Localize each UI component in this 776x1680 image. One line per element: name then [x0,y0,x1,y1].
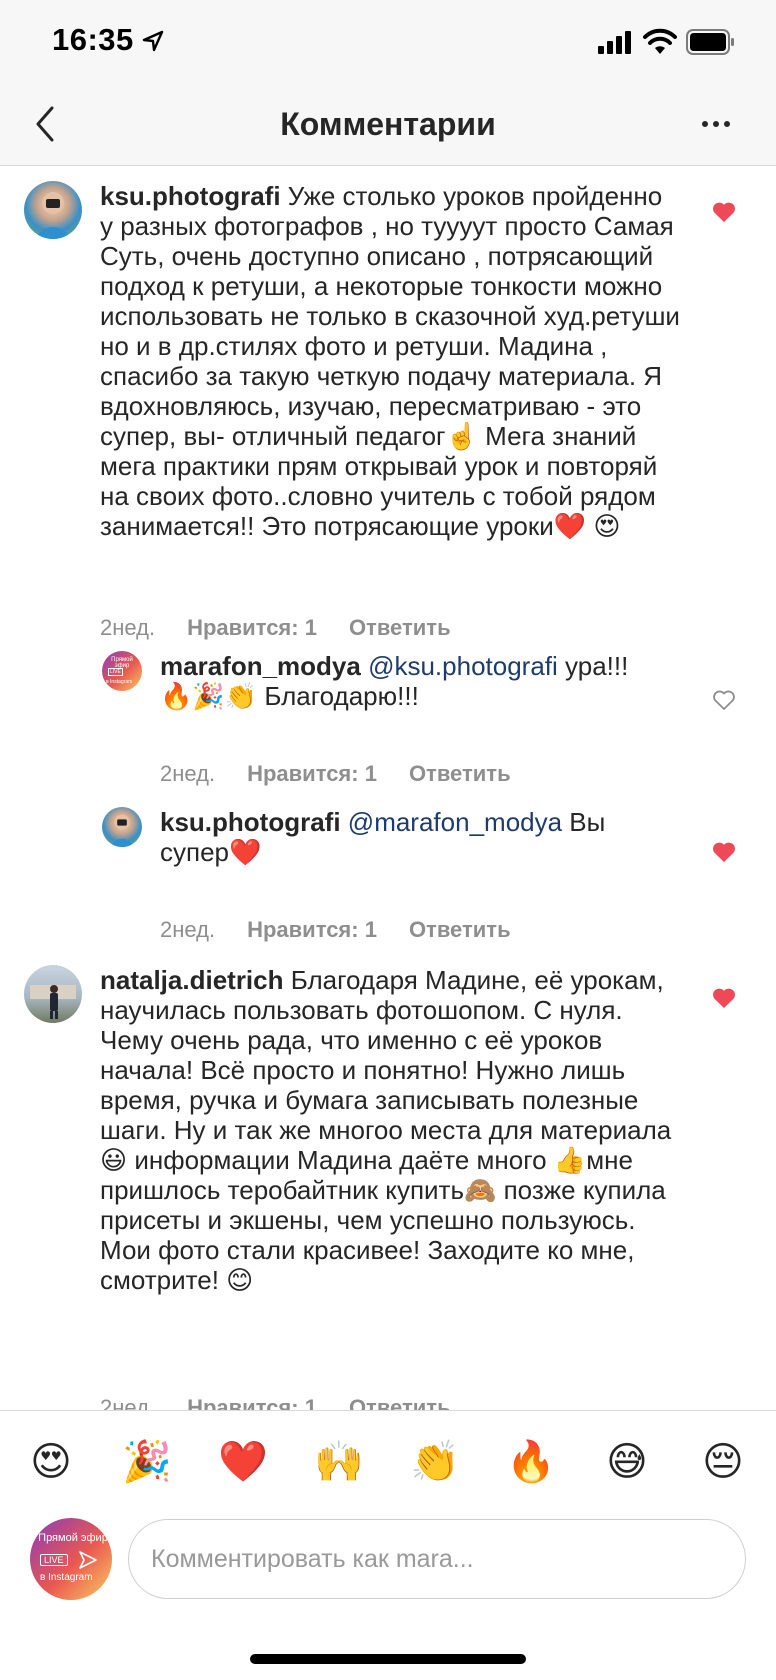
send-plane-icon [79,1551,97,1569]
comment-username[interactable]: marafon_modya [160,651,361,681]
quick-emoji-bar: 😍 🎉 ❤️ 🙌 👏 🔥 😅 😔 [0,1410,776,1516]
comment-input[interactable] [128,1519,746,1599]
navigation-bar: Комментарии [0,88,776,166]
comment-username[interactable]: ksu.photografi [160,807,341,837]
heart-filled-icon[interactable] [712,987,736,1009]
comment-likes-link[interactable]: Нравится: 1 [187,1395,317,1410]
comment-time: 2нед. [100,615,156,640]
comment-meta: 2нед. Нравится: 1 Ответить [100,615,451,641]
heart-filled-icon[interactable] [712,841,736,863]
heart-filled-icon[interactable] [712,201,736,223]
comment-username[interactable]: natalja.dietrich [100,965,284,995]
avatar[interactable] [24,181,82,239]
comment-text: natalja.dietrich Благодаря Мадине, её ур… [100,965,680,1295]
comments-list[interactable]: ksu.photografi Уже столько уроков пройде… [0,167,776,1410]
emoji-red-heart-button[interactable]: ❤️ [218,1437,268,1487]
avatar[interactable] [24,965,82,1023]
comment-meta: 2нед. Нравится: 1 Ответить [160,917,511,943]
cellular-signal-icon [598,31,631,54]
comment-compose-bar: Прямой эфир LIVE в Instagram [0,1516,776,1626]
comment-time: 2нед. [100,1395,156,1410]
comment-meta: 2нед. Нравится: 1 Ответить [100,1395,451,1410]
comment-time: 2нед. [160,917,216,942]
page-title: Комментарии [280,106,496,142]
comment-username[interactable]: ksu.photografi [100,181,281,211]
comment-text: marafon_modya @ksu.photografi ура!!! 🔥🎉👏… [160,651,660,711]
avatar-live-badge: LIVE [40,1554,68,1566]
home-indicator[interactable] [250,1654,526,1664]
avatar[interactable]: Прямой эфир LIVE в Instagram [102,651,142,691]
comment-meta: 2нед. Нравится: 1 Ответить [160,761,511,787]
avatar-label: Прямой эфир [38,1532,108,1544]
current-user-avatar[interactable]: Прямой эфир LIVE в Instagram [30,1518,112,1600]
status-time: 16:35 [52,22,134,57]
avatar-photo-icon [34,192,72,239]
location-arrow-icon [142,30,164,52]
comment-time: 2нед. [160,761,216,786]
reply-button[interactable]: Ответить [409,761,511,787]
wifi-icon [643,28,677,54]
comment-text: ksu.photografi Уже столько уроков пройде… [100,181,680,541]
reply-button[interactable]: Ответить [349,1395,451,1410]
emoji-heart-eyes-button[interactable]: 😍 [26,1437,76,1487]
avatar-label: в Instagram [106,679,133,685]
emoji-grinning-sweat-button[interactable]: 😅 [602,1437,652,1487]
emoji-pensive-button[interactable]: 😔 [698,1437,748,1487]
comment-body: Благодаря Мадине, её урокам, научилась п… [100,965,672,1295]
avatar-photo-icon [108,814,136,847]
avatar-label: в Instagram [40,1572,93,1583]
emoji-party-popper-button[interactable]: 🎉 [122,1437,172,1487]
avatar[interactable] [102,807,142,847]
avatar-live-badge: LIVE [108,668,123,676]
heart-outline-icon[interactable] [712,689,736,711]
reply-button[interactable]: Ответить [409,917,511,943]
emoji-fire-button[interactable]: 🔥 [506,1437,556,1487]
comment-mention[interactable]: @ksu.photografi [368,651,558,681]
comment-body: Уже столько уроков пройденно у разных фо… [100,181,680,541]
comment-likes-link[interactable]: Нравится: 1 [187,615,317,641]
status-bar: 16:35 [0,0,776,88]
more-options-icon[interactable] [700,110,732,138]
comment-likes-link[interactable]: Нравится: 1 [247,761,377,787]
reply-button[interactable]: Ответить [349,615,451,641]
comment-likes-link[interactable]: Нравится: 1 [247,917,377,943]
comment-mention[interactable]: @marafon_modya [348,807,562,837]
battery-icon [686,29,734,55]
avatar-photo-icon [30,985,76,1019]
emoji-raised-hands-button[interactable]: 🙌 [314,1437,364,1487]
emoji-clapping-hands-button[interactable]: 👏 [410,1437,460,1487]
comment-text: ksu.photografi @marafon_modya Вы супер❤️ [160,807,640,867]
